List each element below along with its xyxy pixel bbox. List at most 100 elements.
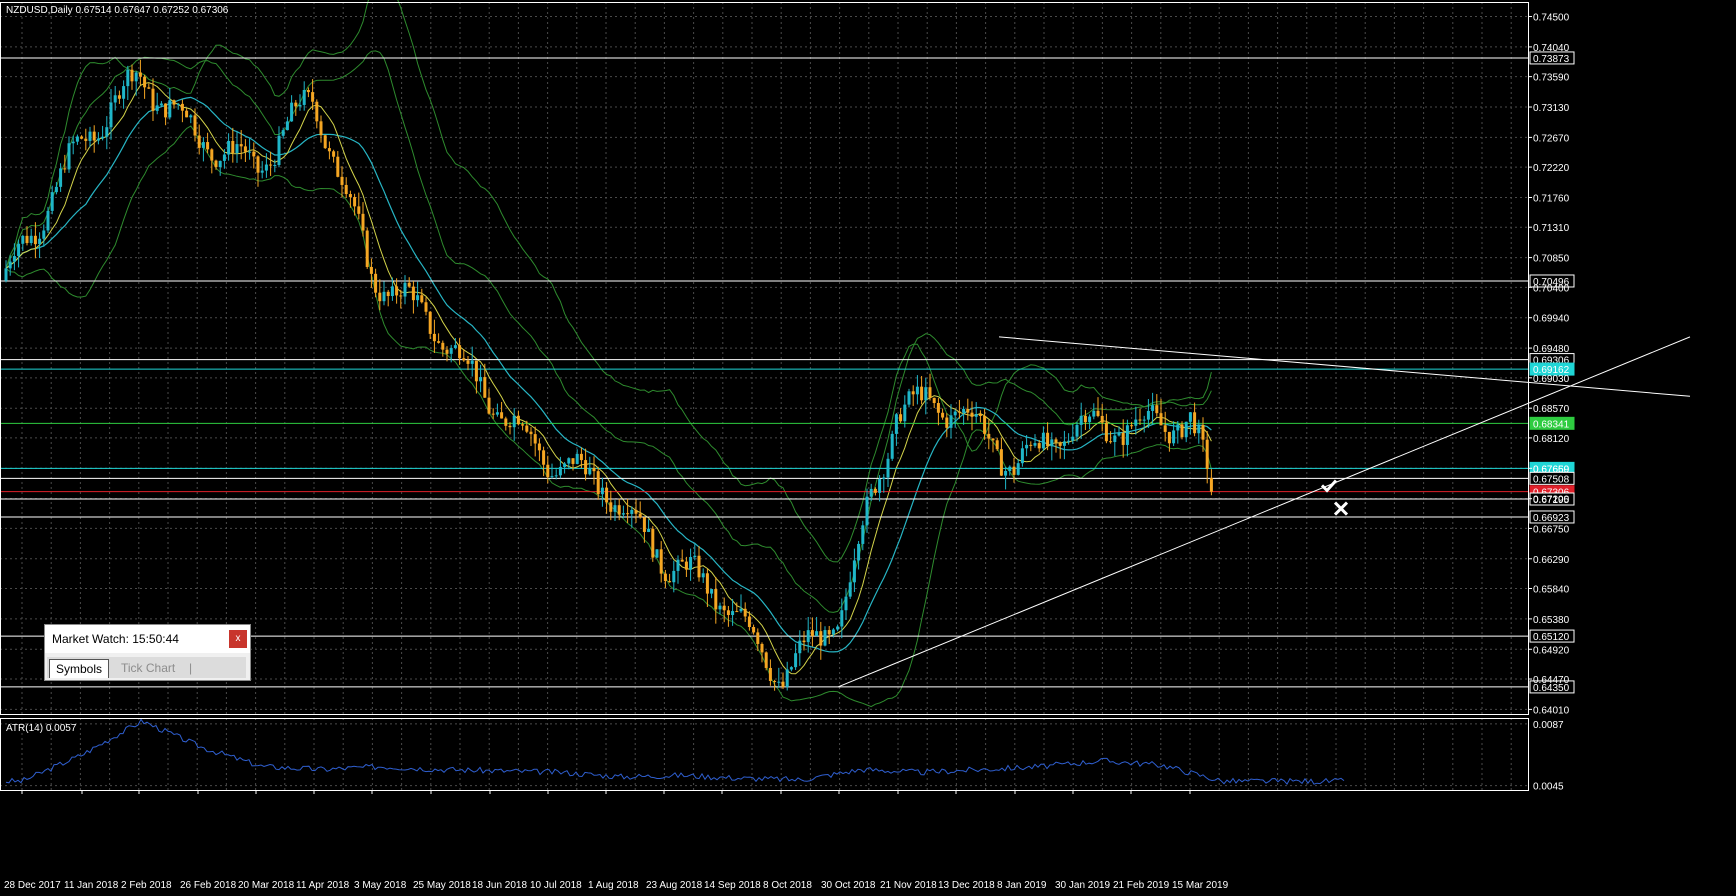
candle-body <box>773 680 777 682</box>
candle-body <box>1130 425 1134 427</box>
candle-body <box>222 154 226 161</box>
candle-body <box>319 121 323 136</box>
candle-body <box>840 610 844 627</box>
candle-body <box>29 235 33 244</box>
candle-body <box>873 488 877 493</box>
chart-canvas[interactable]: 0.738730.704960.693060.691620.683410.676… <box>0 0 1736 896</box>
candle-body <box>659 549 663 574</box>
candle-body <box>924 387 928 401</box>
atr-pane-frame <box>0 718 1529 791</box>
candle-body <box>1197 425 1201 434</box>
candle-body <box>1058 442 1062 446</box>
atr-tick-label: 0.0045 <box>1533 782 1564 793</box>
candle-body <box>8 261 12 269</box>
y-tick-label: 0.74040 <box>1533 43 1570 54</box>
tab-tick-chart[interactable]: Tick Chart <box>115 659 181 677</box>
candle-body <box>1159 413 1163 426</box>
candle-body <box>865 496 869 526</box>
candle-body <box>84 138 88 141</box>
bollinger-bands <box>5 0 1212 708</box>
candle-body <box>819 631 823 646</box>
market-watch-window[interactable]: Market Watch: 15:50:44 x Symbols Tick Ch… <box>44 624 251 681</box>
candle-body <box>374 273 378 293</box>
candle-body <box>747 616 751 627</box>
candle-body <box>764 652 768 668</box>
candle-body <box>428 311 432 334</box>
candle-body <box>1083 415 1087 423</box>
candle-body <box>941 412 945 418</box>
market-watch-titlebar[interactable]: Market Watch: 15:50:44 x <box>45 625 250 653</box>
candle-body <box>537 443 541 451</box>
candle-body <box>752 626 756 633</box>
x-tick-label: 20 Mar 2018 <box>238 880 295 891</box>
candle-body <box>235 144 239 154</box>
y-tick-label: 0.65380 <box>1533 615 1570 626</box>
candle-body <box>651 528 655 558</box>
tab-symbols[interactable]: Symbols <box>49 659 110 678</box>
candle-body <box>558 466 562 476</box>
candle-body <box>630 509 634 514</box>
candle-body <box>172 100 176 105</box>
main-pane-frame <box>0 2 1529 715</box>
candle-body <box>1188 412 1192 422</box>
candle-body <box>441 342 445 350</box>
candle-body <box>101 136 105 139</box>
candle-body <box>571 458 575 464</box>
candle-body <box>378 292 382 302</box>
candle-body <box>1180 424 1184 438</box>
candle-body <box>567 458 571 464</box>
candle-body <box>999 449 1003 476</box>
candle-body <box>117 95 121 99</box>
candle-body <box>768 667 772 681</box>
candle-body <box>386 291 390 297</box>
candle-body <box>67 143 71 170</box>
candle-body <box>638 513 642 518</box>
close-button[interactable]: x <box>229 630 247 648</box>
candle-body <box>575 453 579 464</box>
candle-body <box>445 349 449 354</box>
candle-body <box>80 136 84 139</box>
candle-body <box>899 414 903 422</box>
candle-body <box>500 412 504 419</box>
chart-title: NZDUSD,Daily 0.67514 0.67647 0.67252 0.6… <box>6 5 229 16</box>
level-label: 0.66923 <box>1533 513 1570 524</box>
candle-body <box>285 121 289 131</box>
candle-body <box>185 110 189 118</box>
candle-body <box>395 286 399 296</box>
candle-body <box>17 243 21 257</box>
candle-body <box>256 156 260 173</box>
candle-body <box>869 488 873 497</box>
candle-body <box>1088 416 1092 423</box>
candle-body <box>962 408 966 413</box>
candle-body <box>718 605 722 610</box>
candle-body <box>361 213 365 231</box>
candle-body <box>932 397 936 404</box>
candle-body <box>1134 419 1138 426</box>
candle-body <box>756 632 760 644</box>
candle-body <box>407 282 411 287</box>
candle-body <box>147 87 151 89</box>
candle-body <box>1163 425 1167 432</box>
x-tick-label: 8 Oct 2018 <box>763 880 812 891</box>
candle-body <box>231 140 235 154</box>
candle-body <box>491 413 495 415</box>
candle-body <box>63 168 67 170</box>
candle-body <box>218 160 222 168</box>
candle-body <box>38 238 42 245</box>
candle-body <box>1146 410 1150 420</box>
candle-body <box>470 360 474 364</box>
y-tick-label: 0.66750 <box>1533 524 1570 535</box>
chart-window[interactable]: 0.73873 0.70496 0.69306 0.69162 0.68341 0.676… <box>0 0 1736 896</box>
x-tick-label: 21 Nov 2018 <box>880 880 937 891</box>
candle-body <box>130 69 134 82</box>
candle-body <box>59 168 63 187</box>
x-tick-label: 15 Mar 2019 <box>1172 880 1229 891</box>
candle-body <box>336 156 340 177</box>
candle-body <box>302 90 306 105</box>
candle-body <box>50 192 54 211</box>
candle-body <box>1020 448 1024 464</box>
candle-body <box>886 458 890 478</box>
candle-body <box>332 151 336 157</box>
candle-body <box>1079 415 1083 425</box>
ma-slow-line <box>5 96 1212 653</box>
